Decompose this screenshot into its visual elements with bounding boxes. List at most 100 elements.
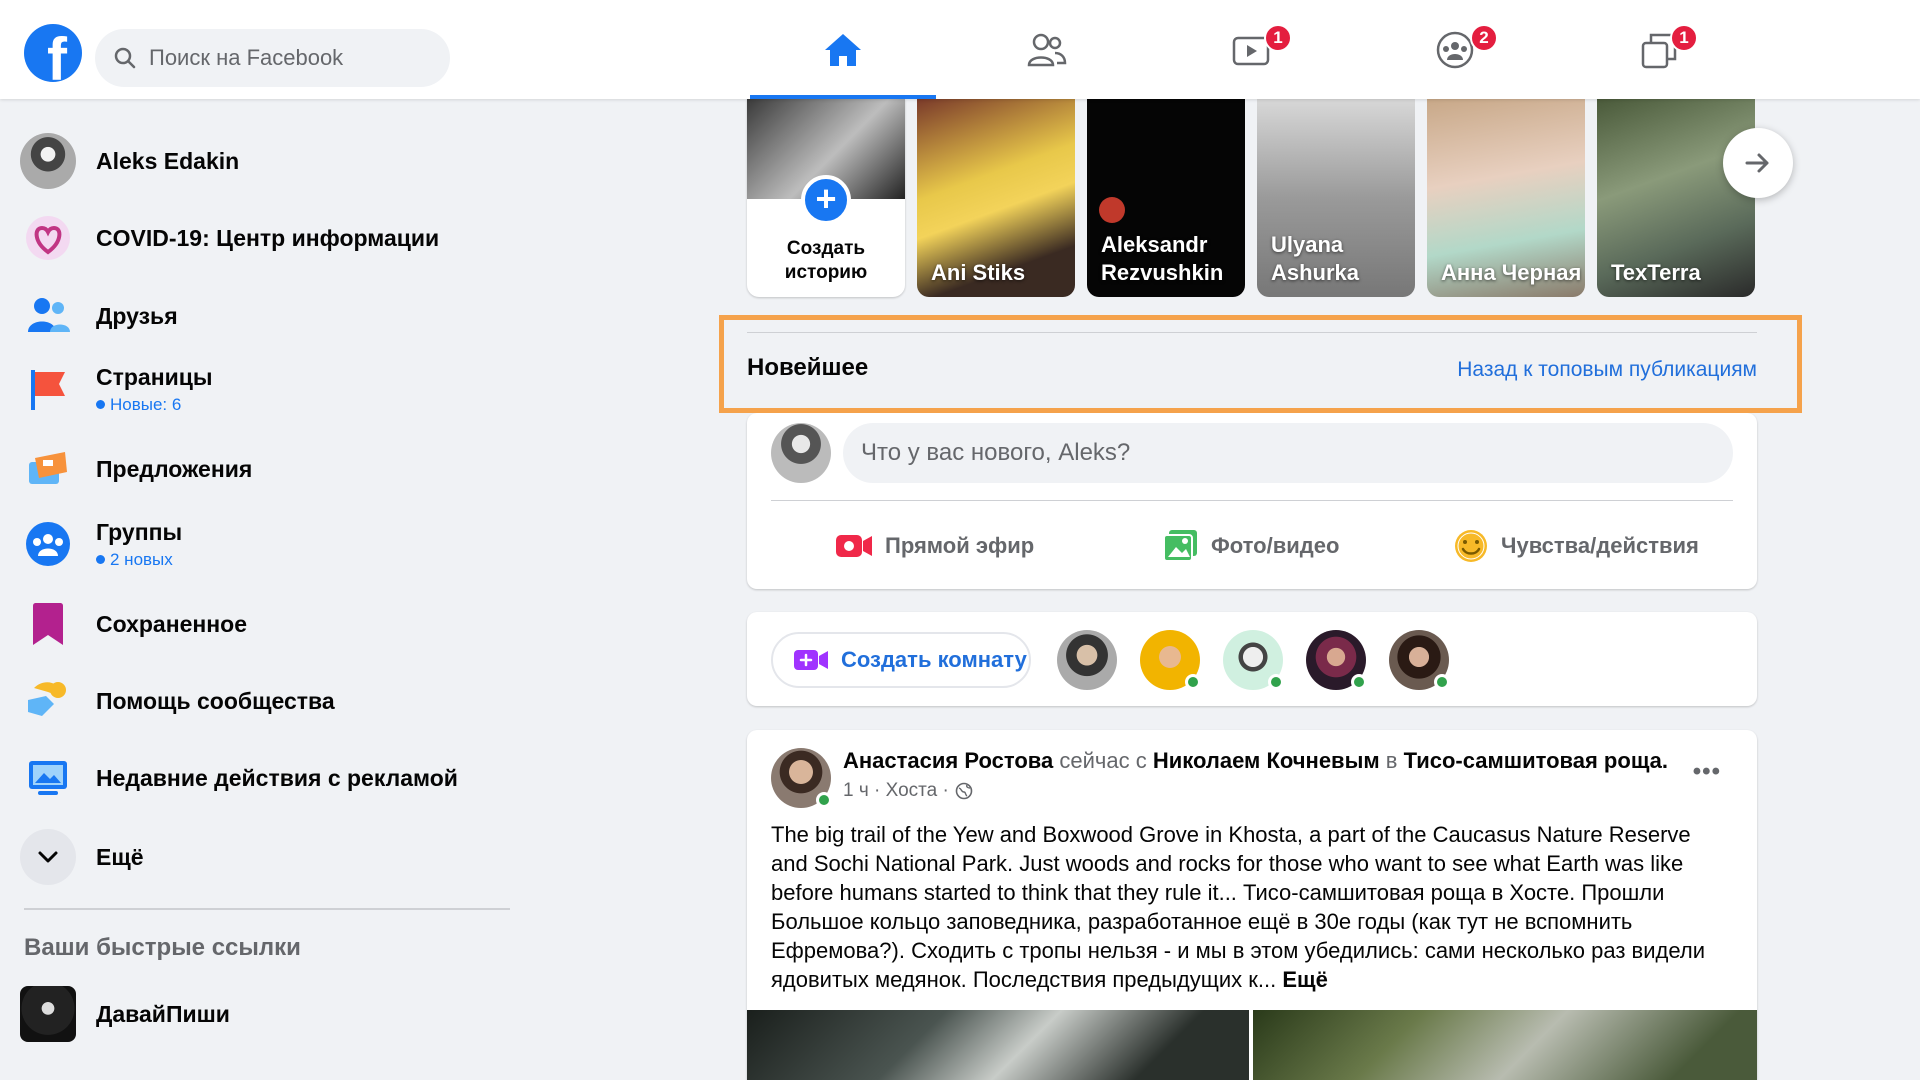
story-author-name: Анна Черная bbox=[1441, 260, 1582, 285]
groups-icon bbox=[1436, 31, 1474, 68]
online-contact-avatar[interactable] bbox=[1057, 630, 1117, 690]
new-count-text: Новые: 6 bbox=[110, 394, 182, 414]
status-input[interactable]: Что у вас нового, Aleks? bbox=[843, 423, 1733, 483]
online-status-dot bbox=[1434, 674, 1450, 690]
sidebar-item-saved[interactable]: Сохраненное bbox=[20, 589, 510, 659]
feeling-activity-button[interactable]: Чувства/действия bbox=[1453, 518, 1699, 574]
sidebar-item-pages[interactable]: Страницы Новые: 6 bbox=[20, 354, 510, 424]
sidebar-item-ad-activity[interactable]: Недавние действия с рекламой bbox=[20, 743, 510, 813]
new-count-label: 2 новых bbox=[96, 550, 182, 570]
offers-icon bbox=[20, 441, 76, 497]
smiley-icon bbox=[1455, 530, 1487, 562]
post-meta: 1 ч · Хоста · bbox=[843, 780, 973, 802]
tab-watch[interactable]: 1 bbox=[1158, 0, 1344, 99]
post-location[interactable]: Тисо-самшитовая роща. bbox=[1404, 748, 1668, 773]
post-tagged-person[interactable]: Николаем Кочневым bbox=[1153, 748, 1380, 773]
live-video-button[interactable]: Прямой эфир bbox=[835, 518, 1034, 574]
friends-icon bbox=[1027, 33, 1067, 66]
post-when: сейчас с bbox=[1059, 748, 1147, 773]
sidebar-item-label: Aleks Edakin bbox=[96, 147, 240, 174]
notification-badge: 2 bbox=[1470, 24, 1498, 52]
post-author-avatar[interactable] bbox=[771, 748, 832, 808]
photo-icon bbox=[1163, 530, 1197, 562]
photo-video-button[interactable]: Фото/видео bbox=[1163, 518, 1339, 574]
sidebar-item-offers[interactable]: Предложения bbox=[20, 434, 510, 504]
sidebar-item-label: ДавайПиши bbox=[96, 1000, 230, 1027]
online-status-dot bbox=[1351, 674, 1367, 690]
notification-badge: 1 bbox=[1670, 24, 1698, 52]
story-author-name: Ani Stiks bbox=[931, 260, 1026, 285]
live-video-label: Прямой эфир bbox=[885, 533, 1035, 558]
ad-activity-icon bbox=[20, 750, 76, 806]
post-time-location[interactable]: 1 ч · Хоста · bbox=[843, 780, 949, 802]
new-count-text: 2 новых bbox=[110, 549, 173, 569]
stories-row: + Создать историю Ani Stiks Aleksandr Re… bbox=[747, 99, 1757, 297]
sidebar-item-more[interactable]: Ещё bbox=[20, 822, 510, 892]
story-author-avatar bbox=[1099, 197, 1125, 223]
new-count-label: Новые: 6 bbox=[96, 395, 213, 415]
avatar[interactable] bbox=[771, 423, 831, 483]
tab-home[interactable] bbox=[750, 0, 936, 99]
story-author-name: TexTerra bbox=[1611, 260, 1701, 285]
online-contact-avatar[interactable] bbox=[1140, 630, 1201, 690]
shortcuts-title: Ваши быстрые ссылки bbox=[24, 934, 301, 961]
flag-icon bbox=[20, 361, 76, 417]
stories-next-button[interactable] bbox=[1723, 128, 1793, 198]
sidebar-item-label: Сохраненное bbox=[96, 610, 248, 637]
online-contact-avatar[interactable] bbox=[1223, 630, 1284, 690]
post-author-name[interactable]: Анастасия Ростова bbox=[843, 748, 1053, 773]
create-story-card[interactable]: + Создать историю bbox=[747, 99, 905, 297]
online-contact-avatar[interactable] bbox=[1306, 630, 1367, 690]
search-input[interactable] bbox=[149, 45, 429, 71]
video-plus-icon bbox=[794, 650, 828, 670]
tab-gaming[interactable]: 1 bbox=[1566, 0, 1752, 99]
notification-badge: 1 bbox=[1264, 24, 1292, 52]
feed-post: Анастасия Ростова сейчас с Николаем Кочн… bbox=[747, 730, 1757, 1080]
rooms-bar: Создать комнату bbox=[747, 612, 1757, 706]
tab-groups[interactable]: 2 bbox=[1362, 0, 1548, 99]
sidebar-item-community-help[interactable]: Помощь сообщества bbox=[20, 666, 510, 736]
sidebar-item-friends[interactable]: Друзья bbox=[20, 281, 510, 351]
sidebar-item-profile[interactable]: Aleks Edakin bbox=[20, 126, 510, 196]
community-help-icon bbox=[20, 673, 76, 729]
sidebar-item-groups[interactable]: Группы 2 новых bbox=[20, 509, 510, 579]
post-header: Анастасия Ростова сейчас с Николаем Кочн… bbox=[843, 748, 1668, 774]
online-status-dot bbox=[1185, 674, 1201, 690]
facebook-logo[interactable]: f bbox=[24, 24, 82, 82]
sidebar-item-covid[interactable]: COVID-19: Центр информации bbox=[20, 203, 510, 273]
globe-icon bbox=[955, 782, 973, 800]
post-photo[interactable] bbox=[747, 1010, 1249, 1080]
create-room-label: Создать комнату bbox=[841, 647, 1027, 672]
post-photo[interactable] bbox=[1253, 1010, 1757, 1080]
post-in-word: в bbox=[1385, 748, 1398, 773]
profile-avatar bbox=[20, 133, 76, 189]
shortcut-item-davaypishi[interactable]: ДавайПиши bbox=[20, 979, 510, 1049]
tab-friends[interactable] bbox=[954, 0, 1140, 99]
sidebar-item-label: COVID-19: Центр информации bbox=[96, 224, 440, 251]
sidebar-divider bbox=[24, 908, 510, 910]
story-card[interactable]: Анна Черная bbox=[1427, 99, 1585, 297]
post-body: The big trail of the Yew and Boxwood Gro… bbox=[771, 820, 1733, 994]
plus-icon: + bbox=[801, 175, 851, 225]
story-card[interactable]: Aleksandr Rezvushkin bbox=[1087, 99, 1245, 297]
feeling-activity-label: Чувства/действия bbox=[1501, 533, 1699, 558]
story-card[interactable]: Ani Stiks bbox=[917, 99, 1075, 297]
sidebar-item-label: Группы bbox=[96, 518, 183, 545]
online-contact-avatar[interactable] bbox=[1389, 630, 1450, 690]
online-status-dot bbox=[1268, 674, 1284, 690]
search-box[interactable] bbox=[95, 29, 450, 87]
story-author-name: Aleksandr Rezvushkin bbox=[1101, 232, 1224, 285]
sidebar-item-label: Друзья bbox=[96, 302, 178, 329]
new-indicator-dot bbox=[96, 400, 105, 409]
see-more-link[interactable]: Ещё bbox=[1282, 967, 1327, 992]
create-room-button[interactable]: Создать комнату bbox=[771, 632, 1031, 688]
story-card[interactable]: Ulyana Ashurka bbox=[1257, 99, 1415, 297]
story-card[interactable]: TexTerra bbox=[1597, 99, 1755, 297]
photo-video-label: Фото/видео bbox=[1211, 533, 1340, 558]
search-icon bbox=[114, 47, 136, 69]
live-video-icon bbox=[836, 535, 872, 557]
post-text: The big trail of the Yew and Boxwood Gro… bbox=[771, 822, 1705, 992]
shortcut-avatar bbox=[20, 986, 76, 1042]
covid-heart-icon bbox=[20, 210, 76, 266]
post-options-icon[interactable]: ••• bbox=[1693, 758, 1721, 786]
